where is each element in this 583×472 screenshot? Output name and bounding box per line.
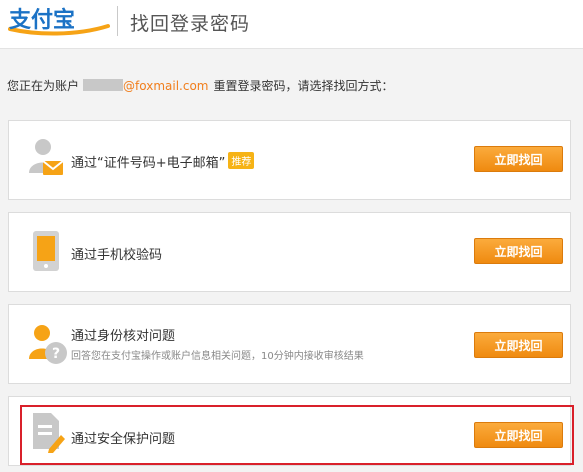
option-label: 通过手机校验码 <box>71 248 163 263</box>
option-label: 通过“证件号码+电子邮箱” 推荐 <box>71 152 255 171</box>
recovery-option-identity[interactable]: ? 通过身份核对问题 回答您在支付宝操作或账户信息相关问题，10分钟内接收审核结… <box>8 304 571 384</box>
option-description: 回答您在支付宝操作或账户信息相关问题，10分钟内接收审核结果 <box>71 351 364 362</box>
svg-text:支付宝: 支付宝 <box>9 7 75 33</box>
masked-account <box>83 79 124 91</box>
alipay-logo[interactable]: 支付宝 <box>6 4 112 40</box>
recover-now-button[interactable]: 立即找回 <box>474 332 563 358</box>
recommended-badge: 推荐 <box>228 152 255 169</box>
identity-question-icon: ? <box>29 325 67 364</box>
recover-now-button[interactable]: 立即找回 <box>474 238 563 264</box>
option-label-text: 通过“证件号码+电子邮箱” <box>71 156 226 171</box>
intro-prefix: 您正在为账户 <box>7 79 80 93</box>
recovery-option-mobile[interactable]: 通过手机校验码 立即找回 <box>8 212 571 292</box>
account-email: @foxmail.com <box>123 79 209 93</box>
svg-text:?: ? <box>52 346 60 362</box>
option-label: 通过身份核对问题 <box>71 329 176 344</box>
mobile-phone-icon <box>33 231 59 271</box>
account-intro: 您正在为账户 @foxmail.com 重置登录密码，请选择找回方式： <box>7 77 393 94</box>
selection-highlight <box>20 405 574 465</box>
page-title: 找回登录密码 <box>130 13 251 35</box>
intro-suffix: 重置登录密码，请选择找回方式： <box>213 79 394 93</box>
page-header: 支付宝 找回登录密码 <box>0 0 583 49</box>
recover-now-button[interactable]: 立即找回 <box>474 146 563 172</box>
id-email-icon <box>29 139 64 175</box>
header-divider <box>117 6 118 36</box>
recovery-option-id-email[interactable]: 通过“证件号码+电子邮箱” 推荐 立即找回 <box>8 120 571 200</box>
